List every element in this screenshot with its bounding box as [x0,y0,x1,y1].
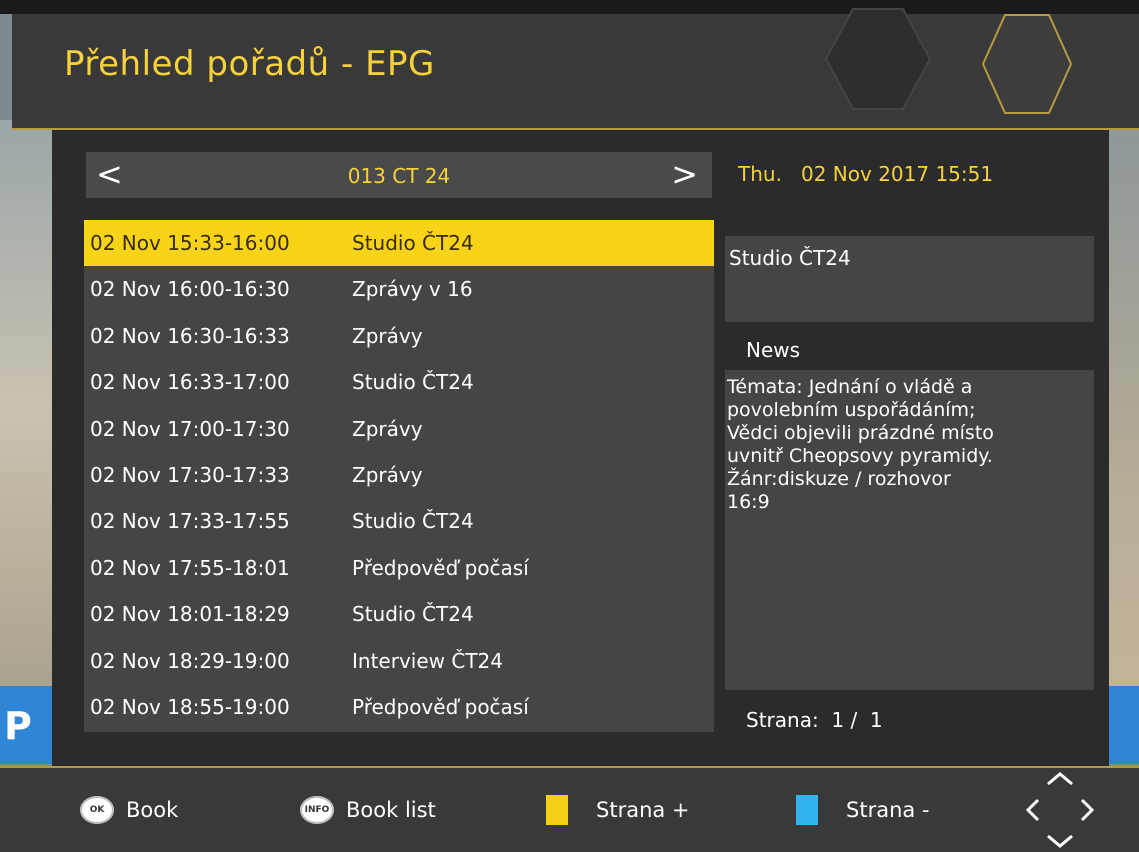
book-list-button[interactable]: INFO Book list [300,768,436,852]
program-title: Studio ČT24 [352,509,474,534]
hexagon-decoration-icon-2 [981,14,1073,114]
program-row[interactable]: 02 Nov 18:55-19:00 Předpověď počasí [84,684,714,730]
program-row[interactable]: 02 Nov 15:33-16:00 Studio ČT24 [84,220,714,267]
program-row[interactable]: 02 Nov 18:29-19:00 Interview ČT24 [84,638,714,684]
program-time: 02 Nov 18:01-18:29 [90,602,290,627]
program-row[interactable]: 02 Nov 16:00-16:30 Zprávy v 16 [84,266,714,312]
program-title: Interview ČT24 [352,648,503,673]
background-video-left [0,120,60,760]
current-datetime: Thu. 02 Nov 2017 15:51 [738,162,994,186]
info-key-icon: INFO [300,796,334,824]
channel-next-arrow-icon[interactable]: > [671,156,698,192]
program-row[interactable]: 02 Nov 17:30-17:33 Zprávy [84,452,714,498]
navigation-arrows-icon [1025,772,1095,848]
channel-name: 013 CT 24 [347,164,451,188]
channel-selector[interactable]: < 013 CT 24 > [86,152,712,198]
program-info-title-box: Studio ČT24 [725,236,1094,322]
background-overlay-letter: P [4,704,32,748]
program-title: Zprávy v 16 [352,277,473,302]
program-info-title: Studio ČT24 [729,246,851,270]
blue-key-icon [796,795,818,825]
ok-key-icon: OK [80,796,114,824]
program-row[interactable]: 02 Nov 18:01-18:29 Studio ČT24 [84,591,714,637]
program-row[interactable]: 02 Nov 16:30-16:33 Zprávy [84,313,714,359]
page-indicator: Strana: 1 / 1 [746,708,883,732]
program-time: 02 Nov 17:55-18:01 [90,555,290,580]
program-title: Studio ČT24 [352,370,474,395]
page-minus-button[interactable]: Strana - [796,768,930,852]
program-row[interactable]: 02 Nov 17:33-17:55 Studio ČT24 [84,498,714,544]
program-time: 02 Nov 16:30-16:33 [90,323,290,348]
program-time: 02 Nov 18:29-19:00 [90,648,290,673]
page-plus-button[interactable]: Strana + [546,768,690,852]
footer-bar: OK Book INFO Book list Strana + Strana - [0,766,1139,852]
book-button[interactable]: OK Book [80,768,178,852]
page-plus-label: Strana + [596,798,690,822]
program-time: 02 Nov 16:33-17:00 [90,370,290,395]
book-label: Book [126,798,179,822]
program-title: Předpověď počasí [352,555,529,580]
program-row[interactable]: 02 Nov 16:33-17:00 Studio ČT24 [84,359,714,405]
program-title: Zprávy [352,462,423,487]
top-strip [0,0,1139,14]
page-minus-label: Strana - [846,798,930,822]
program-list: 02 Nov 15:33-16:00 Studio ČT24 02 Nov 16… [84,220,714,732]
program-time: 02 Nov 17:00-17:30 [90,416,290,441]
program-title: Studio ČT24 [352,602,474,627]
epg-header: Přehled pořadů - EPG [12,8,1139,130]
yellow-key-icon [546,795,568,825]
program-description-box: Témata: Jednání o vládě a povolebním usp… [725,370,1094,690]
hexagon-decoration-icon [824,8,932,110]
program-row[interactable]: 02 Nov 17:55-18:01 Předpověď počasí [84,545,714,591]
page-title: Přehled pořadů - EPG [64,44,435,84]
program-time: 02 Nov 17:33-17:55 [90,509,290,534]
program-title: Studio ČT24 [352,231,474,255]
program-time: 02 Nov 15:33-16:00 [90,231,290,255]
program-time: 02 Nov 16:00-16:30 [90,277,290,302]
program-title: Zprávy [352,323,423,348]
program-time: 02 Nov 17:30-17:33 [90,462,290,487]
program-time: 02 Nov 18:55-19:00 [90,694,290,719]
book-list-label: Book list [346,798,436,822]
program-genre: News [746,338,801,362]
program-title: Zprávy [352,416,423,441]
program-description: Témata: Jednání o vládě a povolebním usp… [727,376,994,513]
program-row[interactable]: 02 Nov 17:00-17:30 Zprávy [84,406,714,452]
program-title: Předpověď počasí [352,694,529,719]
